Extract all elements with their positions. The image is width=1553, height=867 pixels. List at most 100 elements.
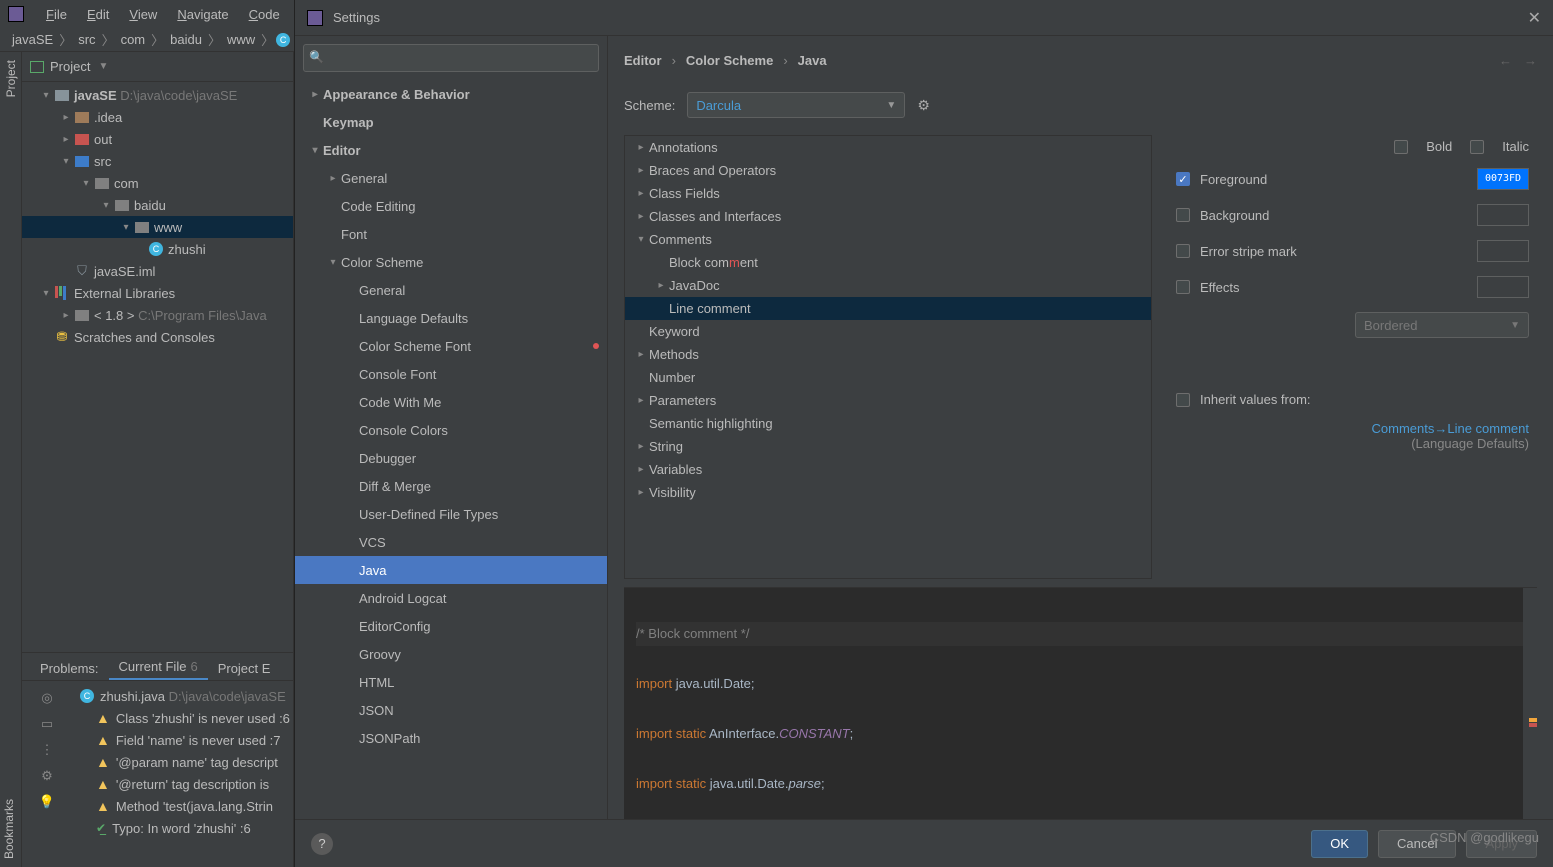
forward-icon[interactable]: → [1524,53,1537,68]
tree-icon[interactable]: ⋮ [38,741,56,759]
apply-button[interactable]: Apply [1466,830,1537,858]
tree-www[interactable]: ▾www [22,216,293,238]
attr-parameters[interactable]: ▸Parameters [625,389,1151,412]
ok-button[interactable]: OK [1311,830,1368,858]
tab-project-errors[interactable]: Project E [208,657,281,680]
inherit-checkbox[interactable] [1176,393,1190,407]
preview-scrollbar[interactable] [1523,588,1537,819]
panel-icon[interactable]: ▭ [38,715,56,733]
st-jsonpath[interactable]: JSONPath [295,724,607,752]
cancel-button[interactable]: Cancel [1378,830,1456,858]
tree-iml[interactable]: ⛉javaSE.iml [22,260,293,282]
bookmarks-rail[interactable]: Bookmarks [0,791,22,867]
attr-variables[interactable]: ▸Variables [625,458,1151,481]
st-code-editing[interactable]: Code Editing [295,192,607,220]
attr-semantic[interactable]: Semantic highlighting [625,412,1151,435]
tab-problems[interactable]: Problems: [30,657,109,680]
menu-view[interactable]: View [119,7,167,22]
bulb-icon[interactable]: 💡 [38,793,56,811]
attr-block-comment[interactable]: Block comment [625,251,1151,274]
filter-icon[interactable]: ⚙ [38,767,56,785]
error-stripe-color-picker[interactable] [1477,240,1529,262]
gear-icon[interactable]: ⚙ [917,97,930,114]
st-diff[interactable]: Diff & Merge [295,472,607,500]
problem-item[interactable]: ✔̲Typo: In word 'zhushi' :6 [72,817,293,839]
attr-class-fields[interactable]: ▸Class Fields [625,182,1151,205]
tree-baidu[interactable]: ▾baidu [22,194,293,216]
attr-line-comment[interactable]: Line comment [625,297,1151,320]
tree-jdk[interactable]: ▸< 1.8 > C:\Program Files\Java [22,304,293,326]
attr-javadoc[interactable]: ▸JavaDoc [625,274,1151,297]
crumb-2[interactable]: com [117,32,150,47]
st-code-with-me[interactable]: Code With Me [295,388,607,416]
st-console-colors[interactable]: Console Colors [295,416,607,444]
menu-edit[interactable]: Edit [77,7,119,22]
problem-item[interactable]: ▲'@param name' tag descript [72,751,293,773]
menu-navigate[interactable]: Navigate [167,7,238,22]
attr-string[interactable]: ▸String [625,435,1151,458]
st-udft[interactable]: User-Defined File Types [295,500,607,528]
attr-keyword[interactable]: Keyword [625,320,1151,343]
chevron-down-icon[interactable]: ▼ [98,61,108,72]
help-button[interactable]: ? [311,833,333,855]
effects-color-picker[interactable] [1477,276,1529,298]
problem-item[interactable]: ▲Field 'name' is never used :7 [72,729,293,751]
attr-braces[interactable]: ▸Braces and Operators [625,159,1151,182]
st-appearance[interactable]: ▸Appearance & Behavior [295,80,607,108]
effects-type-select[interactable]: Bordered▼ [1355,312,1529,338]
italic-checkbox[interactable] [1470,140,1484,154]
st-cs-font[interactable]: Color Scheme Font [295,332,607,360]
st-android[interactable]: Android Logcat [295,584,607,612]
effects-checkbox[interactable] [1176,280,1190,294]
crumb-1[interactable]: src [74,32,99,47]
tree-extlib[interactable]: ▾External Libraries [22,282,293,304]
attr-classes[interactable]: ▸Classes and Interfaces [625,205,1151,228]
crumb-3[interactable]: baidu [166,32,206,47]
tree-zhushi[interactable]: Czhushi [22,238,293,260]
tree-com[interactable]: ▾com [22,172,293,194]
problem-item[interactable]: ▲Method 'test(java.lang.Strin [72,795,293,817]
background-checkbox[interactable] [1176,208,1190,222]
target-icon[interactable]: ◎ [38,689,56,707]
scheme-select[interactable]: Darcula▼ [687,92,905,118]
tree-out[interactable]: ▸out [22,128,293,150]
error-stripe-checkbox[interactable] [1176,244,1190,258]
tree-root[interactable]: ▾javaSE D:\java\code\javaSE [22,84,293,106]
tab-current-file[interactable]: Current File6 [109,655,208,680]
crumb-0[interactable]: javaSE [8,32,57,47]
st-editor[interactable]: ▾Editor [295,136,607,164]
foreground-checkbox[interactable]: ✓ [1176,172,1190,186]
st-html[interactable]: HTML [295,668,607,696]
tree-idea[interactable]: ▸.idea [22,106,293,128]
attr-annotations[interactable]: ▸Annotations [625,136,1151,159]
st-color-scheme[interactable]: ▾Color Scheme [295,248,607,276]
st-vcs[interactable]: VCS [295,528,607,556]
project-panel-header[interactable]: Project ▼ [22,52,293,82]
st-font[interactable]: Font [295,220,607,248]
st-debugger[interactable]: Debugger [295,444,607,472]
attr-methods[interactable]: ▸Methods [625,343,1151,366]
tree-src[interactable]: ▾src [22,150,293,172]
st-json[interactable]: JSON [295,696,607,724]
st-lang-defaults[interactable]: Language Defaults [295,304,607,332]
bold-checkbox[interactable] [1394,140,1408,154]
problem-item[interactable]: ▲Class 'zhushi' is never used :6 [72,707,293,729]
menu-file[interactable]: File [36,7,77,22]
st-keymap[interactable]: Keymap [295,108,607,136]
rail-project-tab[interactable]: Project [4,52,18,105]
foreground-color-picker[interactable]: 0073FD [1477,168,1529,190]
st-cs-general[interactable]: General [295,276,607,304]
attr-number[interactable]: Number [625,366,1151,389]
close-icon[interactable]: ✕ [1528,8,1541,28]
settings-search-input[interactable] [303,44,599,72]
st-java[interactable]: Java [295,556,607,584]
back-icon[interactable]: ← [1499,53,1512,68]
attr-visibility[interactable]: ▸Visibility [625,481,1151,504]
inherit-link[interactable]: Comments→Line comment [1372,421,1530,436]
menu-code[interactable]: Code [239,7,290,22]
st-editorconfig[interactable]: EditorConfig [295,612,607,640]
tree-scratch[interactable]: ⛃Scratches and Consoles [22,326,293,348]
crumb-4[interactable]: www [223,32,259,47]
background-color-picker[interactable] [1477,204,1529,226]
problem-item[interactable]: ▲'@return' tag description is [72,773,293,795]
